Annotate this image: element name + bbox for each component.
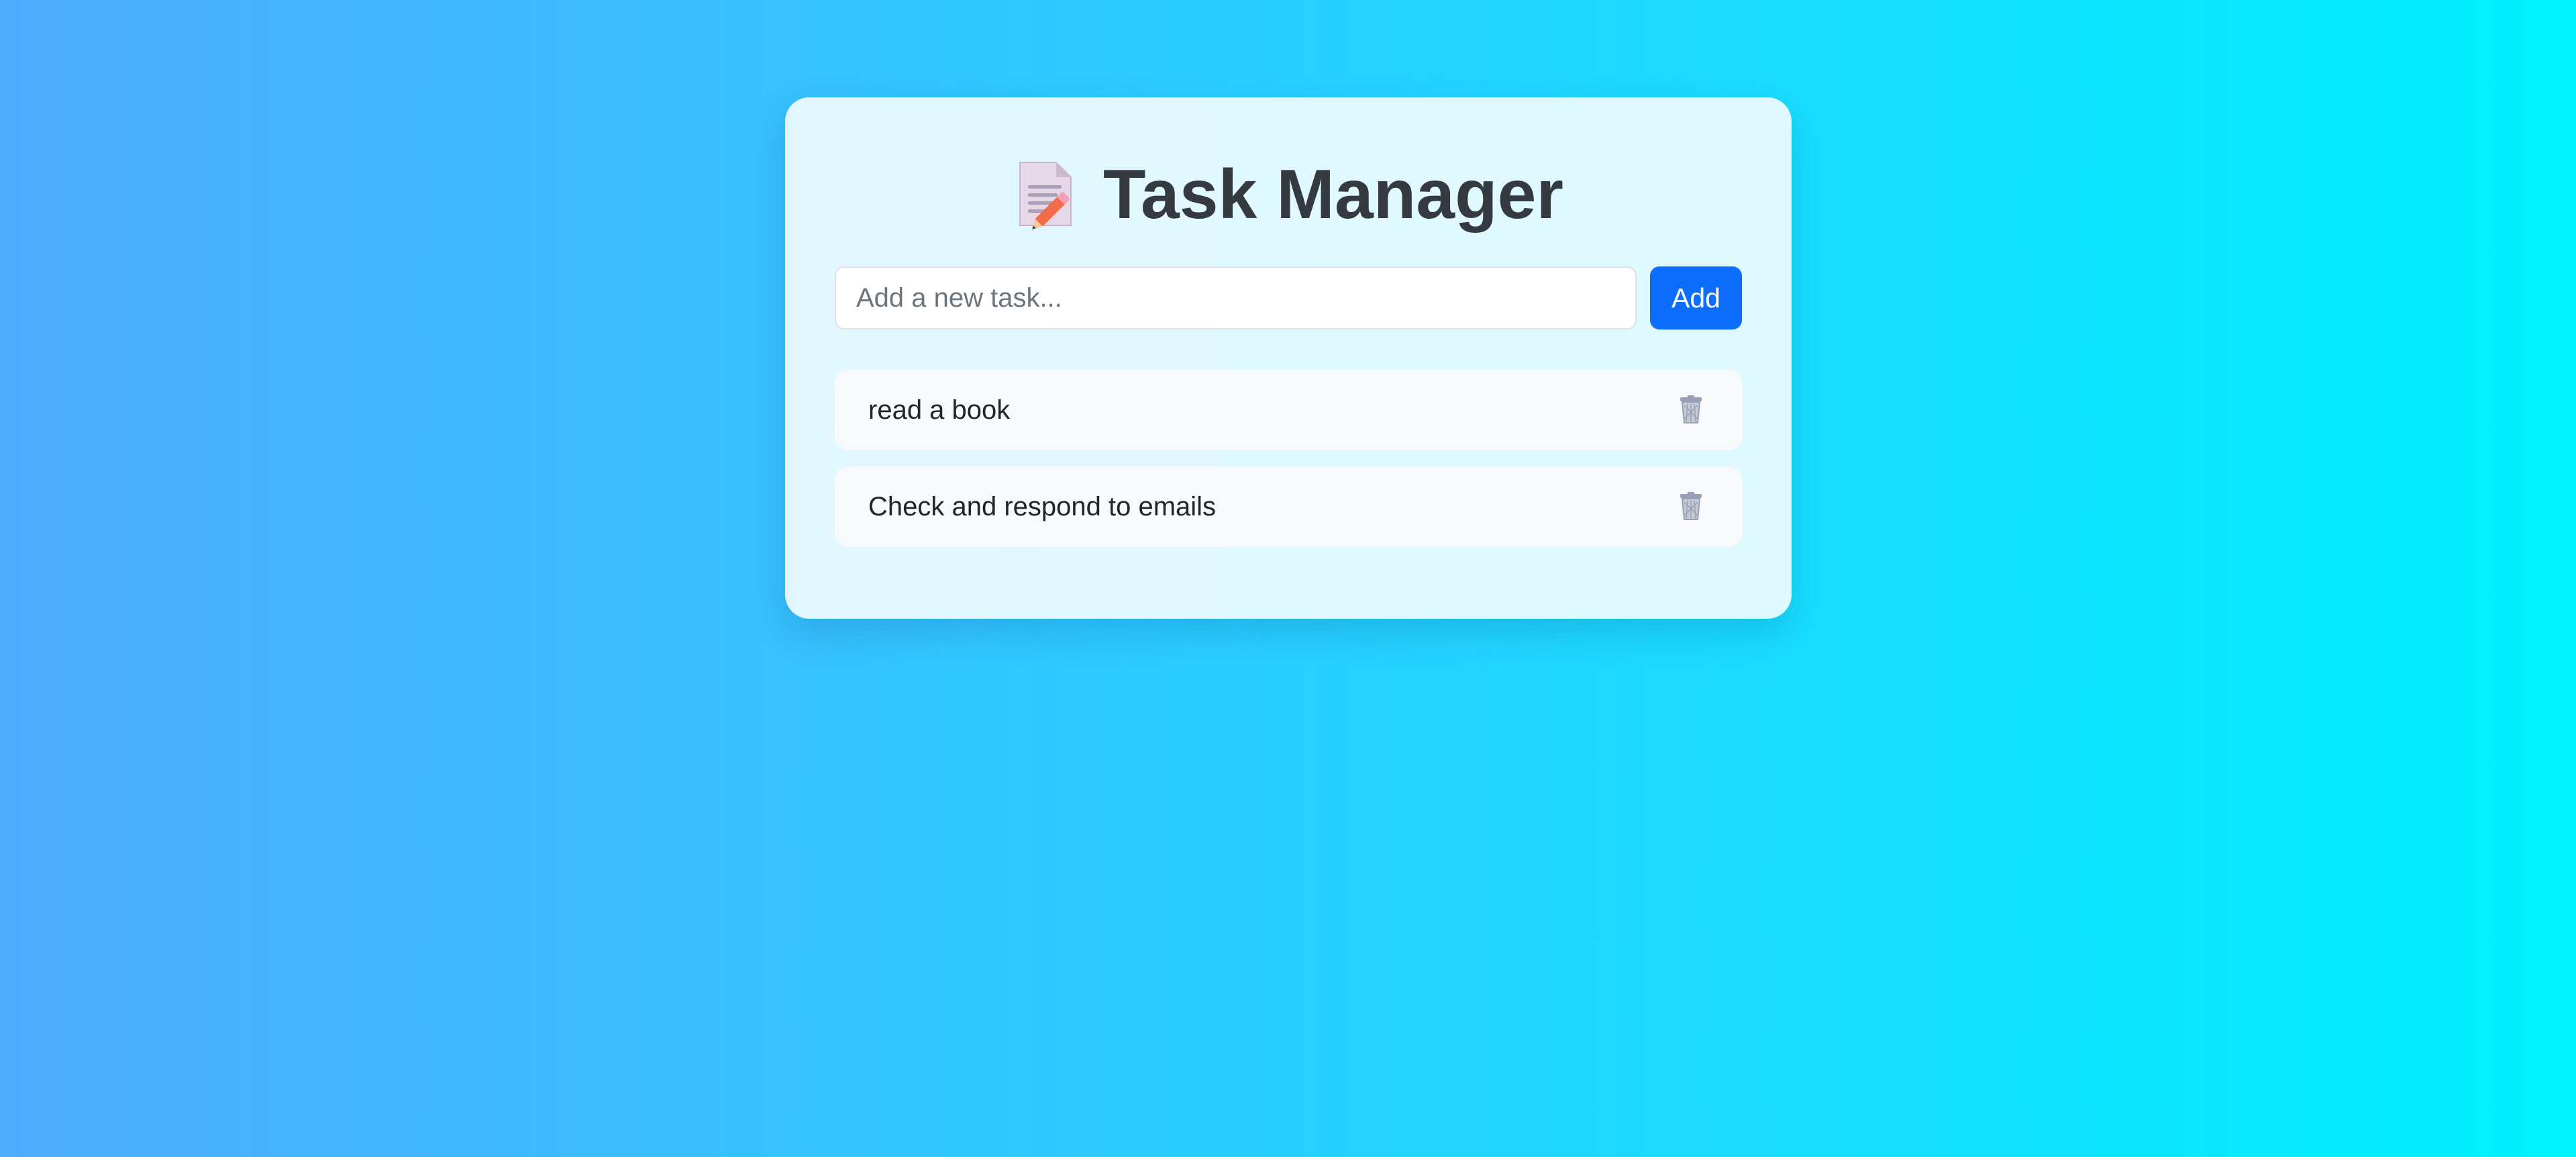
trash-icon <box>1678 491 1704 523</box>
add-task-button[interactable]: Add <box>1650 266 1742 330</box>
new-task-row: Add <box>835 266 1742 330</box>
memo-pencil-icon <box>1013 160 1078 230</box>
task-text: Check and respond to emails <box>868 491 1217 521</box>
task-item: read a book <box>835 370 1742 450</box>
app-title-text: Task Manager <box>1103 156 1563 234</box>
delete-task-button[interactable] <box>1673 393 1708 427</box>
task-manager-card: Task Manager Add read a book Check and r… <box>785 97 1792 619</box>
page-title: Task Manager <box>835 97 1742 238</box>
task-list: read a book Check and respond to emails <box>835 370 1742 547</box>
task-item: Check and respond to emails <box>835 466 1742 547</box>
trash-icon <box>1678 395 1704 426</box>
new-task-input[interactable] <box>835 266 1637 330</box>
delete-task-button[interactable] <box>1673 489 1708 524</box>
task-text: read a book <box>868 395 1011 425</box>
